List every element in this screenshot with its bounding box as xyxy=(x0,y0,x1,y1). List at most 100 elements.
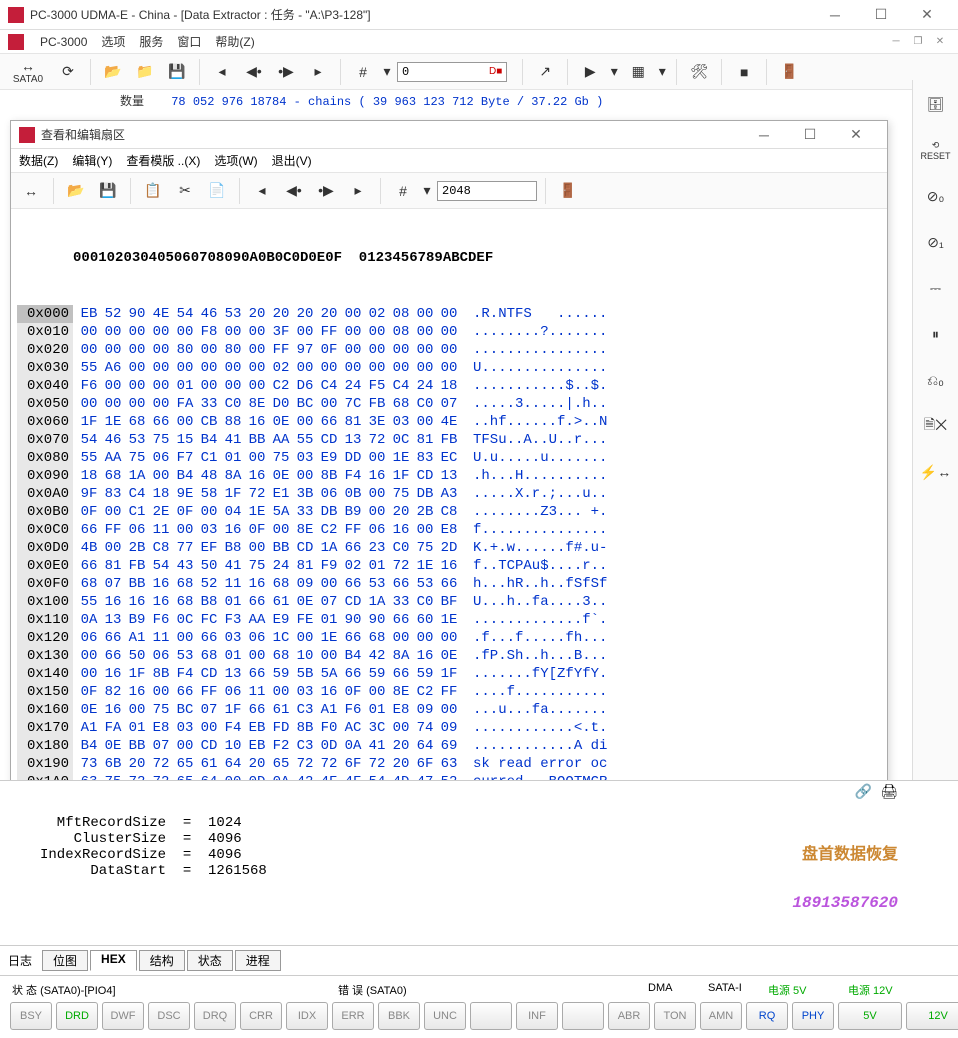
ntfs-info-block: MftRecordSize = 1024 ClusterSize = 4096I… xyxy=(0,780,958,945)
menu-service[interactable]: 服务 xyxy=(139,33,163,50)
n0-icon[interactable]: ⎌₀ xyxy=(920,364,952,396)
app-icon xyxy=(8,7,24,23)
bottom-panel: MftRecordSize = 1024 ClusterSize = 4096I… xyxy=(0,780,958,1038)
status-panel: 状 态 (SATA0)-[PIO4] 错 误 (SATA0) DMA SATA-… xyxy=(0,975,958,1038)
grid-view-button[interactable]: ▦ xyxy=(624,58,652,86)
status-BBK: BBK xyxy=(378,1002,420,1030)
status-CRR: CRR xyxy=(240,1002,282,1030)
stop-button[interactable]: ■ xyxy=(730,58,758,86)
status-BSY: BSY xyxy=(10,1002,52,1030)
submenu-template[interactable]: 查看模版 ..(X) xyxy=(126,152,200,169)
tabs-label: 日志 xyxy=(8,952,32,969)
play-button[interactable]: ▶ xyxy=(576,58,604,86)
main-menubar: PC-3000 选项 服务 窗口 帮助(Z) ─ ❐ ✕ xyxy=(0,30,958,54)
grid-dropdown-button[interactable]: ▾ xyxy=(381,58,393,86)
pause-icon[interactable]: ⏸ xyxy=(920,318,952,350)
sub-grid-button[interactable]: # xyxy=(389,177,417,205)
menu-options[interactable]: 选项 xyxy=(101,33,125,50)
goto-marker: D■ xyxy=(489,66,502,77)
submenu-exit[interactable]: 退出(V) xyxy=(272,152,312,169)
close-button[interactable]: ✕ xyxy=(904,0,950,30)
watermark: 盘首数据恢复 18913587620 xyxy=(792,815,898,943)
refresh-button[interactable]: ⟳ xyxy=(54,58,82,86)
sub-save-button[interactable]: 💾 xyxy=(94,177,122,205)
sub-lba-input[interactable] xyxy=(437,181,537,201)
tab-结构[interactable]: 结构 xyxy=(139,950,185,971)
mdi-close[interactable]: ✕ xyxy=(930,36,950,47)
last-button[interactable]: ▸ xyxy=(304,58,332,86)
sub-prev-button[interactable]: ◀• xyxy=(280,177,308,205)
sub-first-button[interactable]: ◂ xyxy=(248,177,276,205)
submenu-data[interactable]: 数据(Z) xyxy=(19,152,58,169)
m0-icon[interactable]: ⊘₀ xyxy=(920,180,952,212)
sub-toolbar: ↔ 📂 💾 📋 ✂ 📄 ◂ ◀• •▶ ▸ # ▾ 🚪 xyxy=(11,173,887,209)
grid-toggle-button[interactable]: # xyxy=(349,58,377,86)
sub-paste-button[interactable]: 📄 xyxy=(203,177,231,205)
status-UNC: UNC xyxy=(424,1002,466,1030)
minimize-button[interactable]: ─ xyxy=(812,0,858,30)
sub-close[interactable]: ✕ xyxy=(833,120,879,150)
status-DRD: DRD xyxy=(56,1002,98,1030)
menu-help[interactable]: 帮助(Z) xyxy=(215,33,254,50)
sub-conn-button[interactable]: ↔ xyxy=(17,177,45,205)
chain-icon[interactable]: 🔗 xyxy=(855,785,872,801)
subwin-icon xyxy=(19,127,35,143)
db-icon[interactable]: 🗄 xyxy=(920,88,952,120)
layers-icon[interactable]: 🗎✕ xyxy=(920,410,952,442)
sub-cut-button[interactable]: ✂ xyxy=(171,177,199,205)
sata-button[interactable]: ↔SATA0 xyxy=(6,58,50,86)
hex-view[interactable]: 000102030405060708090A0B0C0D0E0F 0123456… xyxy=(11,209,887,819)
main-titlebar: PC-3000 UDMA-E - China - [Data Extractor… xyxy=(0,0,958,30)
tabs-bar: 日志 位图HEX结构状态进程 xyxy=(0,945,958,975)
save-button[interactable]: 💾 xyxy=(163,58,191,86)
sub-menubar: 数据(Z) 编辑(Y) 查看模版 ..(X) 选项(W) 退出(V) xyxy=(11,149,887,173)
sub-maximize[interactable]: ☐ xyxy=(787,120,833,150)
status-ABR: ABR xyxy=(608,1002,650,1030)
tab-进程[interactable]: 进程 xyxy=(235,950,281,971)
hex-editor-window: 查看和编辑扇区 ─ ☐ ✕ 数据(Z) 编辑(Y) 查看模版 ..(X) 选项(… xyxy=(10,120,888,840)
sub-exit-button[interactable]: 🚪 xyxy=(554,177,582,205)
prev-marked-button[interactable]: ◀• xyxy=(240,58,268,86)
tab-位图[interactable]: 位图 xyxy=(42,950,88,971)
open-button[interactable]: 📂 xyxy=(99,58,127,86)
export-button[interactable]: ↗ xyxy=(531,58,559,86)
submenu-options[interactable]: 选项(W) xyxy=(214,152,257,169)
print-icon[interactable]: 🖨 xyxy=(880,785,898,801)
sub-open-button[interactable]: 📂 xyxy=(62,177,90,205)
mdi-minimize[interactable]: ─ xyxy=(886,36,906,47)
window-title: PC-3000 UDMA-E - China - [Data Extractor… xyxy=(30,6,812,23)
first-button[interactable]: ◂ xyxy=(208,58,236,86)
status-12v: 12V xyxy=(906,1002,958,1030)
reset-icon[interactable]: ⟲RESET xyxy=(920,134,952,166)
bolt-icon[interactable]: ⚡↔ xyxy=(920,456,952,488)
status-blank xyxy=(562,1002,604,1030)
status-DRQ: DRQ xyxy=(194,1002,236,1030)
tab-HEX[interactable]: HEX xyxy=(90,950,137,971)
menu-window[interactable]: 窗口 xyxy=(177,33,201,50)
submenu-edit[interactable]: 编辑(Y) xyxy=(72,152,112,169)
subwin-title: 查看和编辑扇区 xyxy=(41,126,741,143)
status-DSC: DSC xyxy=(148,1002,190,1030)
status-AMN: AMN xyxy=(700,1002,742,1030)
sub-copy-button[interactable]: 📋 xyxy=(139,177,167,205)
grid-view-dropdown[interactable]: ▾ xyxy=(656,58,668,86)
sub-minimize[interactable]: ─ xyxy=(741,120,787,150)
status-DWF: DWF xyxy=(102,1002,144,1030)
next-marked-button[interactable]: •▶ xyxy=(272,58,300,86)
circuit-icon[interactable]: ⎓ xyxy=(920,272,952,304)
sub-next-button[interactable]: •▶ xyxy=(312,177,340,205)
sub-last-button[interactable]: ▸ xyxy=(344,177,372,205)
sub-grid-dd[interactable]: ▾ xyxy=(421,177,433,205)
tab-状态[interactable]: 状态 xyxy=(187,950,233,971)
status-PHY: PHY xyxy=(792,1002,834,1030)
menu-pc3000[interactable]: PC-3000 xyxy=(40,35,87,49)
m1-icon[interactable]: ⊘₁ xyxy=(920,226,952,258)
status-ERR: ERR xyxy=(332,1002,374,1030)
mdi-controls: ─ ❐ ✕ xyxy=(886,36,950,47)
play-dropdown[interactable]: ▾ xyxy=(608,58,620,86)
open2-button[interactable]: 📁 xyxy=(131,58,159,86)
exit-button[interactable]: 🚪 xyxy=(775,58,803,86)
tools-button[interactable]: 🛠 xyxy=(685,58,713,86)
maximize-button[interactable]: ☐ xyxy=(858,0,904,30)
mdi-restore[interactable]: ❐ xyxy=(908,36,928,47)
